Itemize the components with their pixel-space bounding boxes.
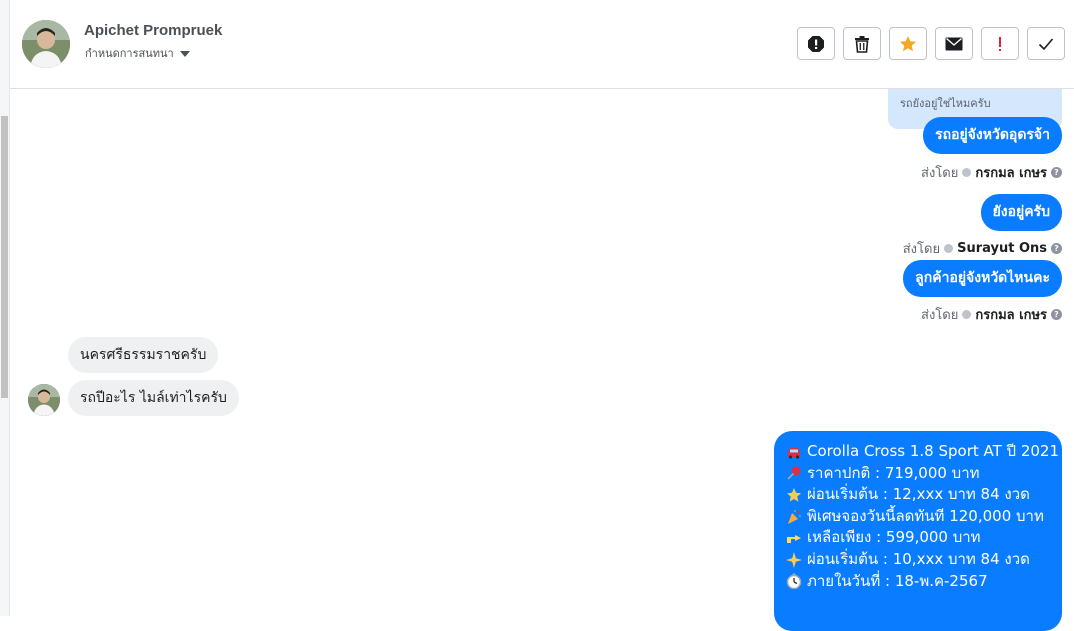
party-icon [788, 509, 801, 524]
help-icon[interactable]: ? [1051, 167, 1062, 178]
listing-line: ผ่อนเริ่มต้น : 12,xxx บาท 84 งวด [786, 484, 1050, 506]
pushpin-icon [787, 466, 801, 480]
message-thread[interactable]: รถยังอยู่ใช่ไหมครับ รถอยู่จังหวัดอุดรจ้า… [10, 89, 1074, 631]
contact-avatar-small[interactable] [28, 384, 60, 416]
outgoing-message[interactable]: ยังอยู่ครับ [980, 194, 1062, 231]
contact-avatar[interactable] [22, 20, 70, 68]
listing-line: ราคาปกติ : 719,000 บาท [786, 463, 1050, 485]
caret-down-icon [179, 51, 190, 57]
sent-check-icon [962, 168, 972, 177]
star-button[interactable] [889, 27, 927, 60]
listing-line-text: ผ่อนเริ่มต้น : 10,xxx บาท 84 งวด [807, 549, 1030, 568]
listing-line: ภายในวันที่ : 18-พ.ค-2567 [786, 571, 1050, 593]
listing-line: Corolla Cross 1.8 Sport AT ปี 2021 [786, 441, 1059, 463]
sent-by-prefix: ส่งโดย [902, 242, 941, 257]
avatar-photo-icon [22, 20, 70, 68]
clock-icon [786, 573, 802, 590]
listing-line: พิเศษจองวันนี้ลดทันที 120,000 บาท [786, 506, 1050, 528]
follow-up-button[interactable] [981, 27, 1019, 60]
mail-icon [945, 37, 963, 50]
star-icon [787, 487, 801, 502]
exclamation-icon [999, 36, 1001, 51]
sent-check-icon [962, 310, 972, 319]
left-scrollbar[interactable] [0, 0, 10, 616]
mark-unread-button[interactable] [935, 27, 973, 60]
contact-name[interactable]: Apichet Prompruek [84, 22, 222, 39]
spam-icon [808, 35, 824, 52]
help-icon[interactable]: ? [1051, 243, 1062, 254]
help-icon[interactable]: ? [1051, 309, 1062, 320]
delete-button[interactable] [843, 27, 881, 60]
listing-line-text: พิเศษจองวันนี้ลดทันที 120,000 บาท [807, 506, 1044, 525]
agent-name[interactable]: Surayut Ons [957, 241, 1047, 256]
reply-preview-text: รถยังอยู่ใช่ไหมครับ [900, 97, 991, 110]
listing-line: ผ่อนเริ่มต้น : 10,xxx บาท 84 งวด [786, 549, 1050, 571]
agent-name[interactable]: กรกมล เกษร [975, 304, 1047, 325]
trash-icon [855, 35, 869, 53]
avatar-photo-icon [28, 384, 60, 416]
incoming-message[interactable]: รถปีอะไร ไมล์เท่าไรครับ [68, 380, 239, 416]
point-right-icon [787, 535, 801, 544]
star-icon [900, 35, 916, 51]
conversation-header: Apichet Prompruek กำหนดการสนทนา [10, 0, 1074, 89]
header-actions [797, 27, 1065, 60]
sparkle-icon [786, 551, 802, 568]
listing-line-text: ผ่อนเริ่มต้น : 12,xxx บาท 84 งวด [807, 485, 1030, 504]
listing-line-text: Corolla Cross 1.8 Sport AT ปี 2021 [807, 442, 1059, 460]
car-icon [788, 447, 800, 459]
sent-by-label: ส่งโดย กรกมล เกษร ? [921, 162, 1062, 183]
listing-line-text: ราคาปกติ : 719,000 บาท [807, 463, 980, 482]
sent-check-icon [944, 244, 954, 253]
check-icon [1038, 37, 1054, 50]
mark-done-button[interactable] [1027, 27, 1065, 60]
assign-label: กำหนดการสนทนา [85, 47, 174, 60]
listing-line: เหลือเพียง : 599,000 บาท [786, 527, 1050, 549]
outgoing-message[interactable]: รถอยู่จังหวัดอุดรจ้า [923, 117, 1062, 154]
outgoing-message[interactable]: ลูกค้าอยู่จังหวัดไหนคะ [903, 260, 1062, 297]
assign-conversation-dropdown[interactable]: กำหนดการสนทนา [85, 44, 190, 62]
mark-spam-button[interactable] [797, 27, 835, 60]
listing-message[interactable]: Corolla Cross 1.8 Sport AT ปี 2021 ราคาป… [774, 431, 1062, 631]
incoming-message[interactable]: นครศรีธรรมราชครับ [68, 337, 219, 373]
sent-by-label: ส่งโดย กรกมล เกษร ? [921, 304, 1062, 325]
sent-by-prefix: ส่งโดย [921, 308, 959, 323]
sent-by-label: ส่งโดย Surayut Ons ? [903, 238, 1062, 259]
listing-line-text: ภายในวันที่ : 18-พ.ค-2567 [807, 571, 988, 590]
sent-by-prefix: ส่งโดย [921, 166, 959, 181]
agent-name[interactable]: กรกมล เกษร [975, 162, 1047, 183]
left-scrollbar-thumb[interactable] [1, 116, 8, 398]
listing-line-text: เหลือเพียง : 599,000 บาท [807, 528, 981, 547]
